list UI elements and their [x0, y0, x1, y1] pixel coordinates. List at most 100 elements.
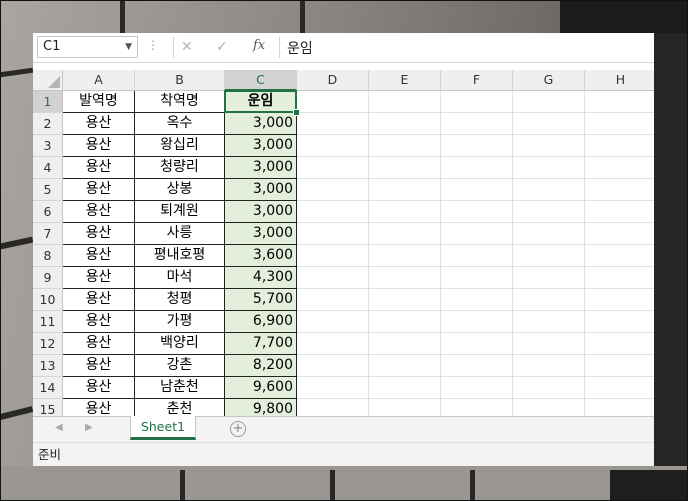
empty-cell[interactable]	[369, 135, 441, 157]
column-header-b[interactable]: B	[135, 70, 225, 91]
empty-cell[interactable]	[441, 267, 513, 289]
empty-cell[interactable]	[441, 91, 513, 113]
empty-cell[interactable]	[297, 223, 369, 245]
cell-c7[interactable]: 3,000	[225, 223, 297, 245]
select-all-corner[interactable]	[33, 70, 63, 91]
cell-c11[interactable]: 6,900	[225, 311, 297, 333]
empty-cell[interactable]	[585, 157, 654, 179]
sheet-tab-sheet1[interactable]: Sheet1	[130, 416, 196, 440]
cell-c5[interactable]: 3,000	[225, 179, 297, 201]
cell-b8[interactable]: 평내호평	[135, 245, 225, 267]
empty-cell[interactable]	[585, 223, 654, 245]
empty-cell[interactable]	[297, 113, 369, 135]
empty-cell[interactable]	[513, 311, 585, 333]
empty-cell[interactable]	[441, 113, 513, 135]
empty-cell[interactable]	[441, 201, 513, 223]
empty-cell[interactable]	[585, 91, 654, 113]
empty-cell[interactable]	[369, 377, 441, 399]
cell-a6[interactable]: 용산	[63, 201, 135, 223]
empty-cell[interactable]	[369, 179, 441, 201]
empty-cell[interactable]	[585, 245, 654, 267]
cell-a13[interactable]: 용산	[63, 355, 135, 377]
empty-cell[interactable]	[297, 91, 369, 113]
empty-cell[interactable]	[513, 377, 585, 399]
empty-cell[interactable]	[585, 399, 654, 416]
empty-cell[interactable]	[441, 157, 513, 179]
row-header[interactable]: 14	[33, 377, 63, 399]
row-header[interactable]: 5	[33, 179, 63, 201]
empty-cell[interactable]	[585, 113, 654, 135]
cell-c6[interactable]: 3,000	[225, 201, 297, 223]
empty-cell[interactable]	[369, 311, 441, 333]
empty-cell[interactable]	[441, 311, 513, 333]
empty-cell[interactable]	[441, 179, 513, 201]
empty-cell[interactable]	[297, 179, 369, 201]
empty-cell[interactable]	[297, 289, 369, 311]
function-icon[interactable]: fx	[253, 38, 265, 53]
empty-cell[interactable]	[297, 311, 369, 333]
cell-a12[interactable]: 용산	[63, 333, 135, 355]
cell-c2[interactable]: 3,000	[225, 113, 297, 135]
empty-cell[interactable]	[513, 267, 585, 289]
cell-b5[interactable]: 상봉	[135, 179, 225, 201]
empty-cell[interactable]	[513, 355, 585, 377]
empty-cell[interactable]	[297, 201, 369, 223]
fill-handle[interactable]	[293, 109, 300, 116]
row-header[interactable]: 13	[33, 355, 63, 377]
empty-cell[interactable]	[369, 267, 441, 289]
column-header-c[interactable]: C	[225, 70, 297, 91]
empty-cell[interactable]	[513, 245, 585, 267]
empty-cell[interactable]	[441, 333, 513, 355]
empty-cell[interactable]	[513, 201, 585, 223]
add-sheet-icon[interactable]: +	[230, 421, 246, 437]
cell-c15[interactable]: 9,800	[225, 399, 297, 416]
cell-c1[interactable]: 운임	[225, 91, 297, 113]
row-header[interactable]: 15	[33, 399, 63, 416]
formula-input[interactable]: 운임	[287, 38, 313, 58]
empty-cell[interactable]	[297, 135, 369, 157]
empty-cell[interactable]	[513, 135, 585, 157]
empty-cell[interactable]	[369, 201, 441, 223]
empty-cell[interactable]	[297, 377, 369, 399]
cell-c4[interactable]: 3,000	[225, 157, 297, 179]
column-header-f[interactable]: F	[441, 70, 513, 91]
empty-cell[interactable]	[513, 113, 585, 135]
cell-c10[interactable]: 5,700	[225, 289, 297, 311]
cell-b11[interactable]: 가평	[135, 311, 225, 333]
empty-cell[interactable]	[297, 333, 369, 355]
cell-b14[interactable]: 남춘천	[135, 377, 225, 399]
empty-cell[interactable]	[369, 223, 441, 245]
cell-b6[interactable]: 퇴계원	[135, 201, 225, 223]
column-header-e[interactable]: E	[369, 70, 441, 91]
cell-c8[interactable]: 3,600	[225, 245, 297, 267]
empty-cell[interactable]	[585, 179, 654, 201]
empty-cell[interactable]	[297, 267, 369, 289]
empty-cell[interactable]	[369, 399, 441, 416]
empty-cell[interactable]	[441, 223, 513, 245]
column-header-h[interactable]: H	[585, 70, 654, 91]
empty-cell[interactable]	[513, 289, 585, 311]
row-header[interactable]: 3	[33, 135, 63, 157]
empty-cell[interactable]	[513, 157, 585, 179]
empty-cell[interactable]	[513, 399, 585, 416]
empty-cell[interactable]	[441, 355, 513, 377]
cell-b2[interactable]: 옥수	[135, 113, 225, 135]
empty-cell[interactable]	[513, 179, 585, 201]
empty-cell[interactable]	[585, 201, 654, 223]
cell-a10[interactable]: 용산	[63, 289, 135, 311]
cell-c12[interactable]: 7,700	[225, 333, 297, 355]
cancel-icon[interactable]: ✕	[181, 37, 193, 57]
empty-cell[interactable]	[585, 135, 654, 157]
empty-cell[interactable]	[369, 157, 441, 179]
scroll-left-icon[interactable]: ◀	[55, 422, 63, 433]
check-icon[interactable]: ✓	[216, 37, 228, 57]
empty-cell[interactable]	[441, 377, 513, 399]
empty-cell[interactable]	[585, 355, 654, 377]
cell-b9[interactable]: 마석	[135, 267, 225, 289]
cell-a4[interactable]: 용산	[63, 157, 135, 179]
empty-cell[interactable]	[297, 245, 369, 267]
empty-cell[interactable]	[441, 135, 513, 157]
cell-b13[interactable]: 강촌	[135, 355, 225, 377]
cell-b12[interactable]: 백양리	[135, 333, 225, 355]
name-box[interactable]: C1 ▼	[37, 36, 138, 58]
